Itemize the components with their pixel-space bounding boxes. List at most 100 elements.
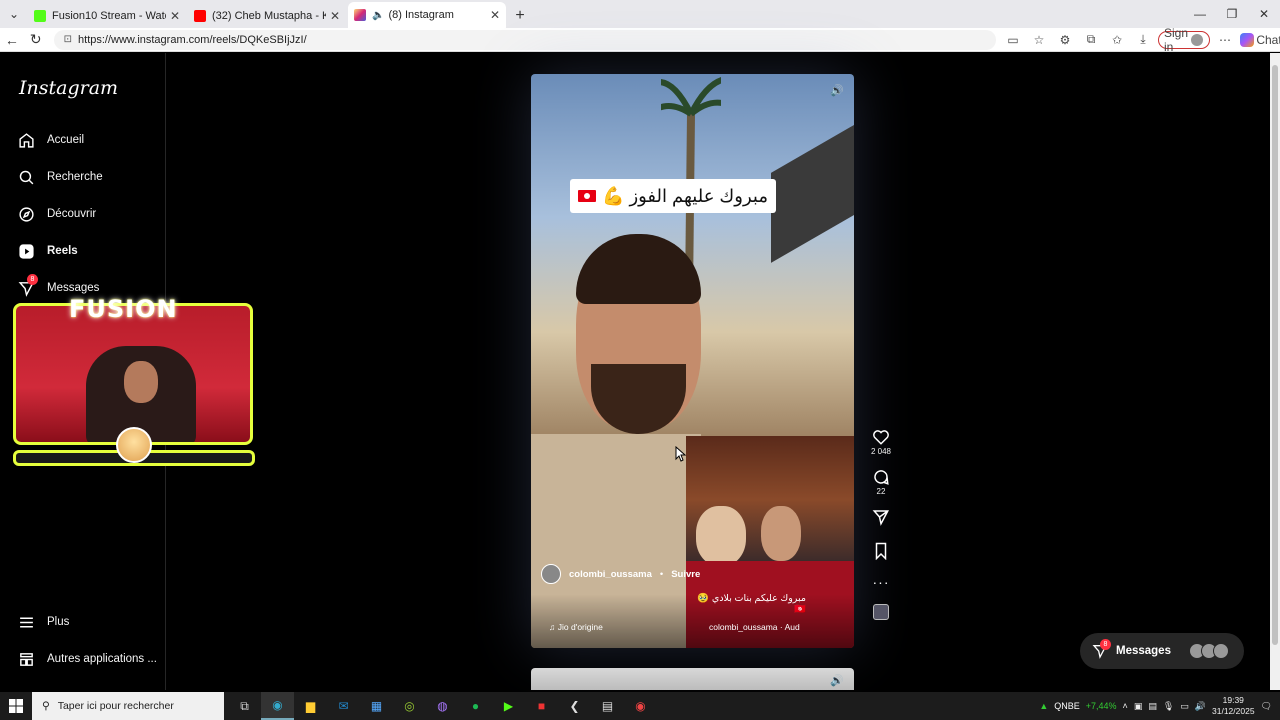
tunisia-flag-icon — [578, 190, 597, 202]
sidebar-item-label: Autres applications ... — [47, 653, 157, 665]
sidebar-item-autres-applications[interactable]: Autres applications ... — [17, 650, 157, 668]
taskbar-search-field[interactable]: ⚲ Taper ici pour rechercher — [32, 692, 224, 720]
discord-icon[interactable]: ◍ — [426, 692, 459, 720]
tab-youtube[interactable]: (32) Cheb Mustapha - Koul 3am ✕ — [188, 4, 346, 28]
tab-title: (32) Cheb Mustapha - Koul 3am — [212, 10, 326, 22]
sidebar-item-recherche[interactable]: Recherche — [17, 168, 103, 186]
tray-chevron-icon[interactable]: ˄ — [1123, 701, 1128, 711]
heart-icon — [873, 430, 889, 445]
favorite-star-icon[interactable]: ☆ — [1028, 30, 1050, 50]
comment-action[interactable]: 22 — [872, 468, 890, 496]
messages-floating-button[interactable]: 8 Messages — [1080, 633, 1244, 669]
stock-trend-icon: ▲ — [1039, 701, 1049, 711]
audio-thumbnail[interactable] — [873, 604, 889, 620]
sidebar-item-decouvrir[interactable]: Découvrir — [17, 205, 96, 223]
sign-in-label: Sign in — [1164, 25, 1189, 54]
more-options-icon[interactable]: ··· — [873, 574, 890, 590]
streaming-app-icon[interactable]: ■ — [525, 692, 558, 720]
outlook-icon[interactable]: ✉ — [327, 692, 360, 720]
sidebar-item-accueil[interactable]: Accueil — [17, 131, 84, 149]
tab-instagram[interactable]: 🔈 (8) Instagram ✕ — [348, 2, 506, 28]
network-icon[interactable]: ▭ — [1180, 701, 1189, 712]
volume-icon[interactable]: 🔊 — [830, 674, 844, 687]
sidebar-item-label: Découvrir — [47, 208, 97, 220]
avatar-emoji-graphic — [116, 427, 152, 463]
minimize-icon[interactable]: — — [1184, 0, 1216, 28]
more-menu-icon[interactable]: ⋯ — [1214, 30, 1236, 50]
reel-caption-overlay: مبروك عليهم الفوز 💪 — [570, 179, 776, 213]
instagram-logo[interactable]: Instagram — [19, 77, 118, 99]
task-view-icon[interactable]: ⧉ — [228, 692, 261, 720]
audio-thumbnail-image — [873, 604, 889, 620]
next-reel-preview[interactable]: 🔊 — [531, 668, 854, 690]
site-info-icon[interactable]: ⊡ — [64, 34, 72, 45]
clock[interactable]: 19:39 31/12/2025 — [1212, 695, 1255, 717]
share-action[interactable] — [872, 508, 890, 526]
tab-actions-chevron-icon[interactable]: ⌄ — [0, 0, 28, 28]
audio-link[interactable]: ♫ Jio d'origine — [549, 622, 603, 632]
notifications-icon[interactable]: 🗨 — [1261, 701, 1272, 712]
downloads-icon[interactable]: ⤓ — [1132, 30, 1154, 50]
app-available-icon[interactable]: ▭ — [1002, 30, 1024, 50]
caption-text: مبروك عليهم الفوز 💪 — [602, 185, 768, 206]
kick-favicon-icon — [34, 10, 46, 22]
tray-app-icon[interactable]: ▤ — [1148, 701, 1157, 712]
tab-kick-stream[interactable]: Fusion10 Stream - Watch Live on K ✕ — [28, 4, 186, 28]
tray-app-icon[interactable]: ▣ — [1134, 701, 1143, 712]
refresh-icon[interactable]: ↻ — [24, 28, 48, 52]
maximize-icon[interactable]: ❐ — [1216, 0, 1248, 28]
sidebar-item-reels[interactable]: Reels — [17, 242, 78, 260]
author-username[interactable]: colombi_oussama — [569, 569, 652, 580]
spotify-icon[interactable]: ● — [459, 692, 492, 720]
xbox-icon[interactable]: ◎ — [393, 692, 426, 720]
url-text: https://www.instagram.com/reels/DQKeSBIj… — [78, 33, 307, 46]
url-field[interactable]: ⊡ https://www.instagram.com/reels/DQKeSB… — [53, 29, 997, 50]
home-icon — [17, 131, 35, 149]
close-tab-icon[interactable]: ✕ — [330, 9, 340, 23]
close-window-icon[interactable]: ✕ — [1248, 0, 1280, 28]
volume-icon[interactable]: 🔊 — [1195, 701, 1206, 712]
scrollbar-thumb[interactable] — [1272, 65, 1278, 645]
obs-icon[interactable]: ◉ — [624, 692, 657, 720]
reel-video[interactable]: مبروك عليهم الفوز 💪 🔊 colombi_oussama • … — [531, 74, 854, 648]
author-avatar[interactable] — [541, 564, 561, 584]
back-arrow-icon[interactable]: ← — [0, 28, 24, 52]
new-tab-button[interactable]: + — [508, 4, 532, 28]
kick-app-icon[interactable]: ▶ — [492, 692, 525, 720]
sidebar-item-plus[interactable]: Plus — [17, 613, 69, 631]
copilot-icon — [1240, 32, 1255, 47]
copilot-chat-button[interactable]: Chat — [1240, 30, 1280, 50]
instagram-favicon-icon — [354, 9, 366, 21]
windows-start-icon[interactable] — [0, 692, 32, 720]
close-tab-icon[interactable]: ✕ — [170, 9, 180, 23]
inset-person-graphic — [696, 506, 746, 566]
sign-in-button[interactable]: Sign in — [1158, 25, 1211, 54]
youtube-favicon-icon — [194, 10, 206, 22]
edge-browser-icon[interactable]: ◉ — [261, 692, 294, 720]
streamer-face-graphic — [124, 361, 158, 403]
stock-name[interactable]: QNBE — [1054, 701, 1080, 711]
follow-button[interactable]: Suivre — [671, 569, 700, 580]
speaker-icon[interactable]: 🔈 — [372, 10, 384, 21]
share-icon — [872, 510, 889, 526]
sidebar-item-label: Messages — [47, 282, 100, 294]
save-action[interactable] — [873, 542, 889, 560]
music-note-icon: ♫ — [549, 622, 558, 632]
split-screen-icon[interactable]: ⧉ — [1080, 30, 1102, 50]
microphone-icon[interactable]: 🎙 — [1163, 701, 1174, 712]
like-action[interactable]: 2 048 — [871, 428, 891, 456]
awning-graphic — [771, 115, 854, 263]
page-scrollbar[interactable] — [1270, 53, 1280, 690]
favorites-icon[interactable]: ✩ — [1106, 30, 1128, 50]
extensions-icon[interactable]: ⚙ — [1054, 30, 1076, 50]
menu-icon — [17, 613, 35, 631]
capcut-icon[interactable]: ❮ — [558, 692, 591, 720]
app-icon[interactable]: ▤ — [591, 692, 624, 720]
file-explorer-icon[interactable]: ▆ — [294, 692, 327, 720]
store-icon[interactable]: ▦ — [360, 692, 393, 720]
webcam-frame — [13, 303, 253, 445]
audio-credit: colombi_oussama · Aud — [709, 622, 800, 632]
volume-icon[interactable]: 🔊 — [830, 84, 844, 97]
close-tab-icon[interactable]: ✕ — [490, 8, 500, 22]
stock-change: +7,44% — [1085, 701, 1117, 711]
